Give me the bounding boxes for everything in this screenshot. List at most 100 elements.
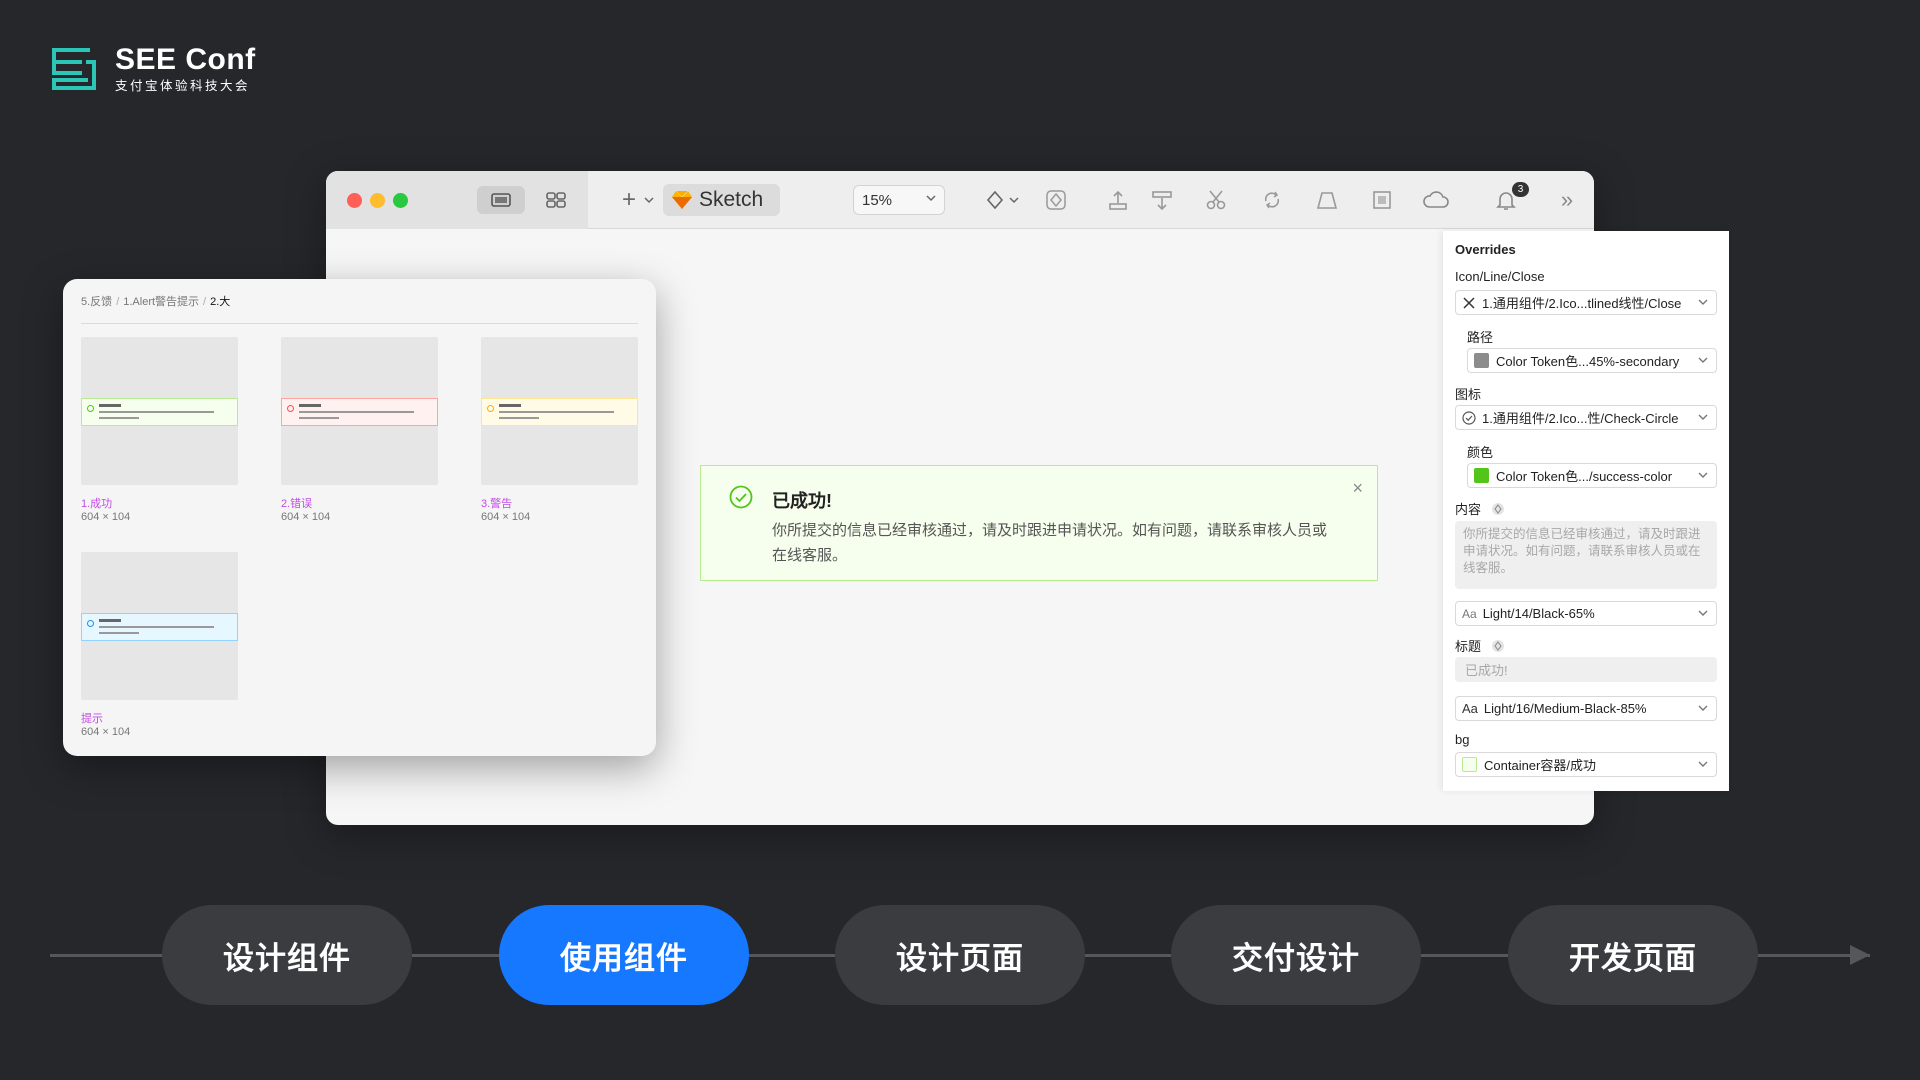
transform-button[interactable] <box>1311 185 1343 215</box>
zoom-window-button[interactable] <box>393 193 408 208</box>
color-swatch <box>1474 468 1489 483</box>
sketch-diamond-icon <box>672 190 692 209</box>
grid-view-icon <box>546 192 566 208</box>
breadcrumb-item[interactable]: 5.反馈 <box>81 296 112 308</box>
chevron-down-icon <box>1698 472 1708 478</box>
overrides-heading: Overrides <box>1455 242 1516 257</box>
create-symbol-button[interactable] <box>981 185 1025 215</box>
alert-description: 你所提交的信息已经审核通过，请及时跟进申请状况。如有问题，请联系审核人员或在线客… <box>772 522 1328 564</box>
title-override-input[interactable]: 已成功! <box>1455 657 1717 682</box>
symbol-name[interactable]: 2.错误 <box>281 495 312 511</box>
overrides-panel: Overrides Icon/Line/Close 1.通用组件/2.Ico..… <box>1443 231 1729 791</box>
symbol-thumbnail-warning[interactable] <box>481 337 638 485</box>
alert-title: 已成功! <box>772 491 832 511</box>
see-conf-logo-icon <box>52 48 96 90</box>
success-alert[interactable]: 已成功! 你所提交的信息已经审核通过，请及时跟进申请状况。如有问题，请联系审核人… <box>700 465 1378 581</box>
title-text-style-select[interactable]: Aa Light/16/Medium-Black-85% <box>1455 696 1717 721</box>
toolbar: + Sketch 15% 3 » <box>326 171 1594 229</box>
close-window-button[interactable] <box>347 193 362 208</box>
color-override-select[interactable]: Color Token色.../success-color <box>1467 463 1717 488</box>
bg-override-select[interactable]: Container容器/成功 <box>1455 752 1717 777</box>
step-design-pages: 设计页面 <box>835 905 1085 1005</box>
check-circle-icon <box>1462 410 1476 425</box>
cloud-icon <box>1423 191 1449 208</box>
close-icon <box>1463 296 1475 309</box>
symbol-name[interactable]: 3.警告 <box>481 495 512 511</box>
symbol-override-icon <box>1491 503 1504 515</box>
app-name: Sketch <box>699 188 764 211</box>
upload-icon <box>1109 190 1127 210</box>
detach-symbol-button[interactable] <box>1040 185 1072 215</box>
mask-button[interactable] <box>1366 185 1398 215</box>
align-icon <box>1152 191 1172 211</box>
chevron-down-icon <box>1698 299 1708 305</box>
canvas-view-button[interactable] <box>477 186 525 214</box>
content-override-input[interactable]: 你所提交的信息已经审核通过，请及时跟进申请状况。如有问题，请联系审核人员或在线客… <box>1455 521 1717 589</box>
canvas-view-icon <box>491 193 511 207</box>
brand-logo: SEE Conf 支付宝体验科技大会 <box>50 44 256 94</box>
scissors-button[interactable] <box>1200 185 1232 215</box>
symbol-diamond-icon <box>986 190 1019 210</box>
sketch-document-button[interactable]: Sketch <box>663 184 780 216</box>
double-chevron-right-icon: » <box>1560 187 1574 212</box>
chevron-down-icon <box>1698 761 1708 767</box>
content-text-style-select[interactable]: Aa Light/14/Black-65% <box>1455 601 1717 626</box>
symbol-thumbnail-success[interactable] <box>81 337 238 485</box>
symbol-thumbnail-error[interactable] <box>281 337 438 485</box>
title-override-label: 标题 <box>1455 636 1505 655</box>
plus-icon: + <box>621 186 636 213</box>
symbol-library-panel: 5.反馈/1.Alert警告提示/2.大 1.成功 604 × 104 2.错误… <box>63 279 656 756</box>
symbol-instance-icon <box>1046 190 1066 210</box>
chevron-down-icon <box>644 197 654 204</box>
grid-view-button[interactable] <box>532 186 580 214</box>
step-design-components: 设计组件 <box>162 905 412 1005</box>
symbol-size: 604 × 104 <box>481 511 531 523</box>
step-use-components: 使用组件 <box>499 905 749 1005</box>
notification-badge: 3 <box>1512 182 1529 197</box>
upload-button[interactable] <box>1102 185 1134 215</box>
frame-icon <box>1373 191 1391 209</box>
symbol-override-icon <box>1491 640 1504 652</box>
close-icon-override-select[interactable]: 1.通用组件/2.Ico...tlined线性/Close <box>1455 290 1717 315</box>
bg-override-label: bg <box>1455 732 1470 747</box>
color-swatch <box>1462 757 1477 772</box>
content-override-label: 内容 <box>1455 499 1505 518</box>
color-swatch <box>1474 353 1489 368</box>
chevron-down-icon <box>926 195 936 202</box>
breadcrumb-item[interactable]: 1.Alert警告提示 <box>123 296 199 308</box>
path-color-select[interactable]: Color Token色...45%-secondary <box>1467 348 1717 373</box>
icon-override-select[interactable]: 1.通用组件/2.Ico...性/Check-Circle <box>1455 405 1717 430</box>
chevron-down-icon <box>1698 414 1708 420</box>
icon-override-label: 图标 <box>1455 387 1482 402</box>
symbol-size: 604 × 104 <box>81 726 131 738</box>
align-button[interactable] <box>1146 185 1178 215</box>
arrow-right-icon <box>1850 945 1870 965</box>
rotate-button[interactable] <box>1256 185 1288 215</box>
symbol-thumbnail-info[interactable] <box>81 552 238 700</box>
more-toolbar-button[interactable]: » <box>1555 187 1579 213</box>
symbol-name[interactable]: 提示 <box>81 710 103 726</box>
brand-subtitle: 支付宝体验科技大会 <box>115 79 251 93</box>
minimize-window-button[interactable] <box>370 193 385 208</box>
rotate-icon <box>1264 191 1280 209</box>
zoom-value: 15% <box>862 191 893 209</box>
close-icon-override-label: Icon/Line/Close <box>1455 269 1545 284</box>
symbol-size: 604 × 104 <box>81 511 131 523</box>
chevron-down-icon <box>1698 357 1708 363</box>
brand-title: SEE Conf <box>115 43 256 76</box>
scissors-icon <box>1206 190 1226 210</box>
chevron-down-icon <box>1698 705 1708 711</box>
text-style-icon: Aa <box>1462 701 1478 716</box>
check-circle-icon <box>729 485 753 509</box>
close-icon[interactable]: × <box>1352 479 1363 497</box>
insert-button[interactable]: + <box>613 185 663 215</box>
perspective-icon <box>1316 192 1338 209</box>
cloud-button[interactable] <box>1418 185 1454 215</box>
breadcrumb: 5.反馈/1.Alert警告提示/2.大 <box>81 296 231 308</box>
path-override-label: 路径 <box>1467 330 1494 345</box>
symbol-name[interactable]: 1.成功 <box>81 495 112 511</box>
zoom-select[interactable]: 15% <box>853 185 945 215</box>
symbol-size: 604 × 104 <box>281 511 331 523</box>
step-develop-pages: 开发页面 <box>1508 905 1758 1005</box>
chevron-down-icon <box>1698 610 1708 616</box>
